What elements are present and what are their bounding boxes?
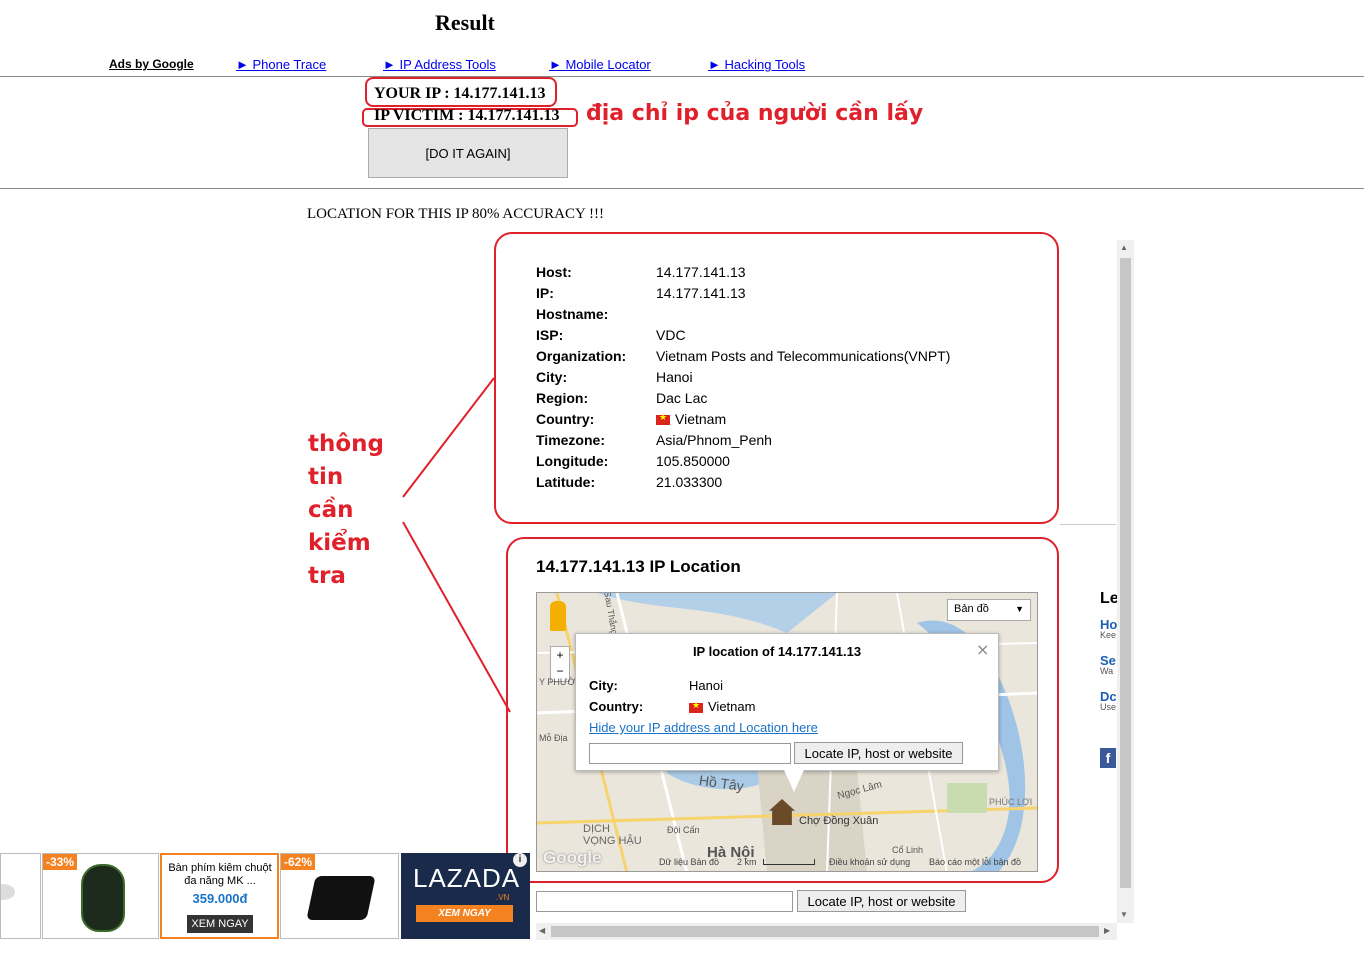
popup-city-label: City:: [589, 678, 618, 693]
scroll-down-icon[interactable]: ▼: [1120, 910, 1128, 919]
info-row-latitude: Latitude: 21.033300: [536, 474, 723, 490]
info-row-hostname: Hostname:: [536, 306, 609, 322]
pegman-icon[interactable]: [550, 601, 566, 631]
discount-badge: -62%: [281, 854, 316, 870]
sidebar-item[interactable]: Dc Use: [1100, 690, 1117, 713]
popup-locate-button[interactable]: Locate IP, host or website: [794, 742, 963, 764]
info-row-ip: IP: 14.177.141.13: [536, 285, 746, 301]
map-type-select[interactable]: Bản đồ ▼: [947, 599, 1031, 621]
info-row-city: City: Hanoi: [536, 369, 693, 385]
lazada-banner[interactable]: LAZADA .VN XEM NGAY i: [401, 853, 530, 939]
map-scale: 2 km: [737, 857, 757, 867]
info-row-region: Region: Dac Lac: [536, 390, 708, 406]
scroll-up-icon[interactable]: ▲: [1120, 243, 1128, 252]
ad-cta-button[interactable]: XEM NGAY: [187, 915, 253, 933]
horizontal-scroll-thumb[interactable]: [551, 926, 1099, 937]
scroll-left-icon[interactable]: ◀: [539, 926, 545, 935]
popup-country-label: Country:: [589, 699, 644, 714]
info-row-longitude: Longitude: 105.850000: [536, 453, 730, 469]
hdd-product-image: [306, 876, 376, 920]
info-row-host: Host: 14.177.141.13: [536, 264, 746, 280]
sidebar-item[interactable]: Se Wa: [1100, 654, 1116, 677]
chevron-down-icon: ▼: [1015, 604, 1024, 614]
map-section-title: 14.177.141.13 IP Location: [536, 557, 741, 576]
popup-pointer: [784, 770, 804, 792]
ad-card[interactable]: -62%: [280, 853, 399, 939]
map-label: Chợ Đồng Xuân: [799, 815, 879, 827]
vietnam-flag-icon: [689, 700, 703, 713]
product-image: [1, 884, 15, 900]
ad-card[interactable]: [0, 853, 41, 939]
map-info-popup: IP location of 14.177.141.13 × City: Han…: [575, 633, 999, 771]
close-icon[interactable]: ×: [976, 640, 989, 659]
zoom-in-icon[interactable]: +: [551, 647, 569, 663]
map-label: Mỗ Địa: [539, 733, 568, 743]
vertical-scroll-thumb[interactable]: [1120, 258, 1131, 888]
lazada-logo: LAZADA: [413, 863, 521, 893]
popup-country: Vietnam: [689, 699, 755, 714]
map-label: PHÚC LỢI: [989, 797, 1033, 807]
ad-card[interactable]: Bàn phím kiêm chuột đa năng MK ... 359.0…: [160, 853, 279, 939]
ad-product-title: Bàn phím kiêm chuột đa năng MK ...: [168, 862, 272, 887]
info-row-isp: ISP: VDC: [536, 327, 686, 343]
scroll-right-icon[interactable]: ▶: [1104, 926, 1110, 935]
vietnam-flag-icon: [656, 412, 670, 426]
map-label: Đội Cấn: [667, 825, 700, 835]
map-label: Cổ Linh: [892, 845, 924, 855]
popup-city: Hanoi: [689, 678, 723, 693]
discount-badge: -33%: [43, 854, 78, 870]
facebook-icon[interactable]: f: [1100, 748, 1116, 768]
google-logo: Google: [543, 848, 602, 867]
locate-button[interactable]: Locate IP, host or website: [797, 890, 966, 912]
map-data-label: Dữ liệu Bản đồ: [659, 857, 720, 867]
lazada-domain: .VN: [496, 893, 510, 902]
info-row-country: Country:Vietnam: [536, 411, 726, 427]
lazada-cta-button[interactable]: XEM NGAY: [416, 905, 513, 922]
hide-ip-link[interactable]: Hide your IP address and Location here: [589, 720, 818, 735]
locate-input[interactable]: [536, 891, 793, 912]
ad-info-icon[interactable]: i: [513, 853, 527, 867]
ad-card[interactable]: -33%: [42, 853, 159, 939]
mouse-product-image: [81, 864, 125, 932]
divider: [1060, 524, 1116, 525]
map-label: DỊCH VỌNG HẬU: [583, 823, 642, 847]
map-report-link[interactable]: Báo cáo một lỗi bản đồ: [929, 857, 1021, 867]
info-row-timezone: Timezone: Asia/Phnom_Penh: [536, 432, 772, 448]
ad-product-price: 359.000đ: [192, 891, 248, 906]
popup-locate-input[interactable]: [589, 743, 791, 764]
popup-title: IP location of 14.177.141.13: [692, 644, 862, 659]
sidebar-heading: Le: [1100, 590, 1119, 607]
sidebar-item[interactable]: Ho Kee: [1100, 618, 1117, 641]
info-row-organization: Organization: Vietnam Posts and Telecommu…: [536, 348, 951, 364]
map-scale-bar: [763, 859, 815, 865]
map-terms-link[interactable]: Điều khoản sử dụng: [829, 857, 910, 867]
